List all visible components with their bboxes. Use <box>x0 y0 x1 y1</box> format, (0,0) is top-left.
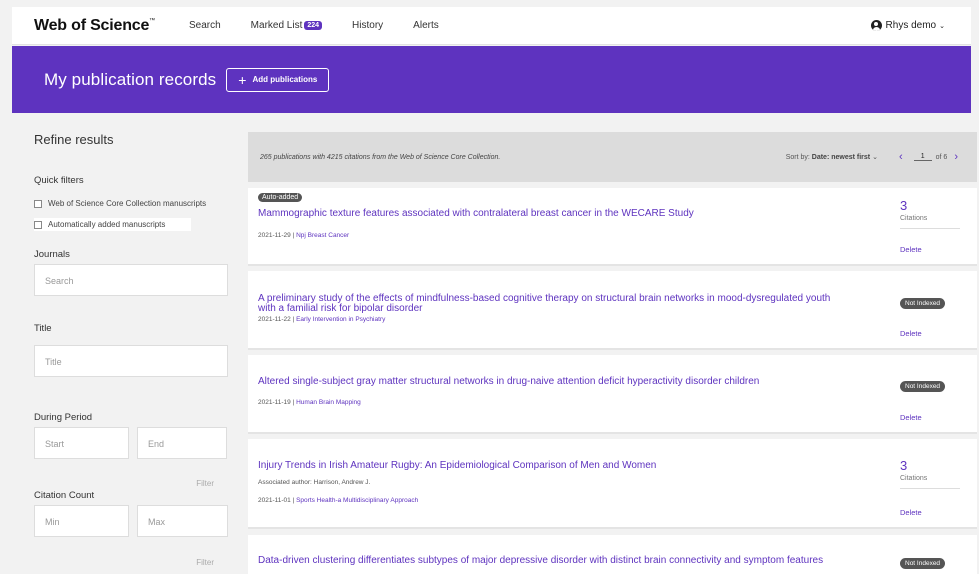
delete-button[interactable]: Delete <box>900 245 922 254</box>
user-account-icon <box>870 20 882 31</box>
citations-label: Citations <box>900 475 928 482</box>
brand-logo[interactable]: Web of Science™ <box>34 17 155 35</box>
page-banner: My publication records + Add publication… <box>12 46 971 113</box>
nav-marked-list-link[interactable]: Marked List 224 <box>250 20 323 31</box>
not-indexed-badge: Not Indexed <box>900 298 946 309</box>
publication-record: A preliminary study of the effects of mi… <box>248 271 977 350</box>
brand-name: Web of Science <box>34 16 150 34</box>
divider <box>900 228 960 229</box>
title-label: Title <box>34 323 52 334</box>
journal-link[interactable]: Sports Health-a Multidisciplinary Approa… <box>296 497 418 504</box>
citation-count-link[interactable]: 3 <box>900 198 960 213</box>
marked-count-badge: 224 <box>304 21 323 30</box>
filter-label: Automatically added manuscripts <box>48 220 166 229</box>
citation-min-input[interactable]: Min <box>34 505 129 537</box>
publication-title-link[interactable]: Injury Trends in Irish Amateur Rugby: An… <box>258 461 656 471</box>
refine-results-heading: Refine results <box>34 132 114 147</box>
page-title: My publication records <box>44 69 217 89</box>
delete-button[interactable]: Delete <box>900 508 922 517</box>
citation-count-label: Citation Count <box>34 490 95 501</box>
marked-list-label: Marked List <box>250 20 303 31</box>
title-input[interactable]: Title <box>34 345 228 377</box>
next-page-icon[interactable]: › <box>954 151 958 163</box>
publication-meta: 2021-11-22 | Early Intervention in Psych… <box>258 316 386 323</box>
filter-auto-added-manuscripts[interactable]: Automatically added manuscripts <box>34 218 192 231</box>
journal-link[interactable]: Human Brain Mapping <box>296 399 361 406</box>
citations-block: 3 Citations <box>900 458 960 489</box>
nav-search-link[interactable]: Search <box>189 20 221 31</box>
sort-dropdown[interactable]: Sort by: Date: newest first ⌄ <box>786 153 878 161</box>
prev-page-icon[interactable]: ‹ <box>899 151 903 163</box>
page-total: of 6 <box>935 153 948 161</box>
associated-author: Associated author: Harrison, Andrew J. <box>258 479 371 486</box>
nav-alerts-link[interactable]: Alerts <box>413 20 439 31</box>
delete-button[interactable]: Delete <box>900 329 922 338</box>
pagination: ‹ 1 of 6 › <box>892 151 965 163</box>
citation-max-input[interactable]: Max <box>137 505 228 537</box>
publication-title-link[interactable]: A preliminary study of the effects of mi… <box>258 294 830 314</box>
publication-date: 2021-11-19 <box>258 399 291 406</box>
journals-label: Journals <box>34 249 70 260</box>
title-line: with a familial risk for bipolar disorde… <box>258 303 423 314</box>
divider <box>900 488 960 489</box>
top-navigation: Web of Science™ Search Marked List 224 H… <box>12 7 971 45</box>
sort-value: Date: newest first <box>811 154 871 161</box>
checkbox[interactable] <box>34 199 42 208</box>
results-summary: 265 publications with 4215 citations fro… <box>260 153 501 161</box>
results-header: 265 publications with 4215 citations fro… <box>248 132 977 182</box>
publication-record: Injury Trends in Irish Amateur Rugby: An… <box>248 439 977 529</box>
during-period-label: During Period <box>34 412 93 423</box>
user-menu[interactable]: Rhys demo ⌄ <box>870 20 945 31</box>
publication-title-link[interactable]: Mammographic texture features associated… <box>258 209 694 219</box>
chevron-down-icon: ⌄ <box>939 22 945 30</box>
filter-label: Web of Science Core Collection manuscrip… <box>48 199 207 208</box>
citations-label: Citations <box>900 215 928 222</box>
citation-filter-button[interactable]: Filter <box>196 558 214 567</box>
period-start-input[interactable]: Start <box>34 427 129 459</box>
period-end-input[interactable]: End <box>137 427 227 459</box>
journal-link[interactable]: Npj Breast Cancer <box>296 232 349 239</box>
checkbox[interactable] <box>34 220 42 229</box>
auto-added-badge: Auto-added <box>258 193 303 202</box>
quick-filters-label: Quick filters <box>34 175 84 186</box>
publication-title-link[interactable]: Altered single-subject gray matter struc… <box>258 377 759 387</box>
chevron-down-icon: ⌄ <box>872 154 878 161</box>
publication-meta: 2021-11-29 | Npj Breast Cancer <box>258 232 350 239</box>
add-publications-label: Add publications <box>252 75 318 84</box>
publication-record: Data-driven clustering differentiates su… <box>248 535 977 574</box>
user-name: Rhys demo <box>885 20 937 31</box>
citations-block: 3 Citations <box>900 198 960 229</box>
publication-date: 2021-11-22 <box>258 316 291 323</box>
publication-record: Altered single-subject gray matter struc… <box>248 355 977 434</box>
not-indexed-badge: Not Indexed <box>900 381 946 392</box>
brand-trademark: ™ <box>149 17 155 24</box>
not-indexed-badge: Not Indexed <box>900 558 946 569</box>
delete-button[interactable]: Delete <box>900 413 922 422</box>
plus-icon: + <box>238 71 247 88</box>
publication-date: 2021-11-29 <box>258 232 291 239</box>
journals-search-input[interactable]: Search <box>34 264 228 296</box>
publication-title-link[interactable]: Data-driven clustering differentiates su… <box>258 556 823 566</box>
citation-count-link[interactable]: 3 <box>900 458 960 473</box>
journal-link[interactable]: Early Intervention in Psychiatry <box>296 316 385 323</box>
sort-prefix: Sort by: <box>785 154 810 161</box>
refine-sidebar: Refine results Quick filters Web of Scie… <box>12 113 248 574</box>
add-publications-button[interactable]: + Add publications <box>226 67 330 92</box>
end-placeholder: End <box>148 439 165 449</box>
nav-history-link[interactable]: History <box>352 20 383 31</box>
page-number-input[interactable]: 1 <box>913 153 932 161</box>
publication-date: 2021-11-01 <box>258 497 291 504</box>
filter-wos-core-manuscripts[interactable]: Web of Science Core Collection manuscrip… <box>34 199 206 208</box>
period-filter-button[interactable]: Filter <box>196 479 214 488</box>
publication-meta: 2021-11-19 | Human Brain Mapping <box>258 399 361 406</box>
publication-record: Auto-added Mammographic texture features… <box>248 188 977 266</box>
publication-meta: 2021-11-01 | Sports Health-a Multidiscip… <box>258 497 419 504</box>
